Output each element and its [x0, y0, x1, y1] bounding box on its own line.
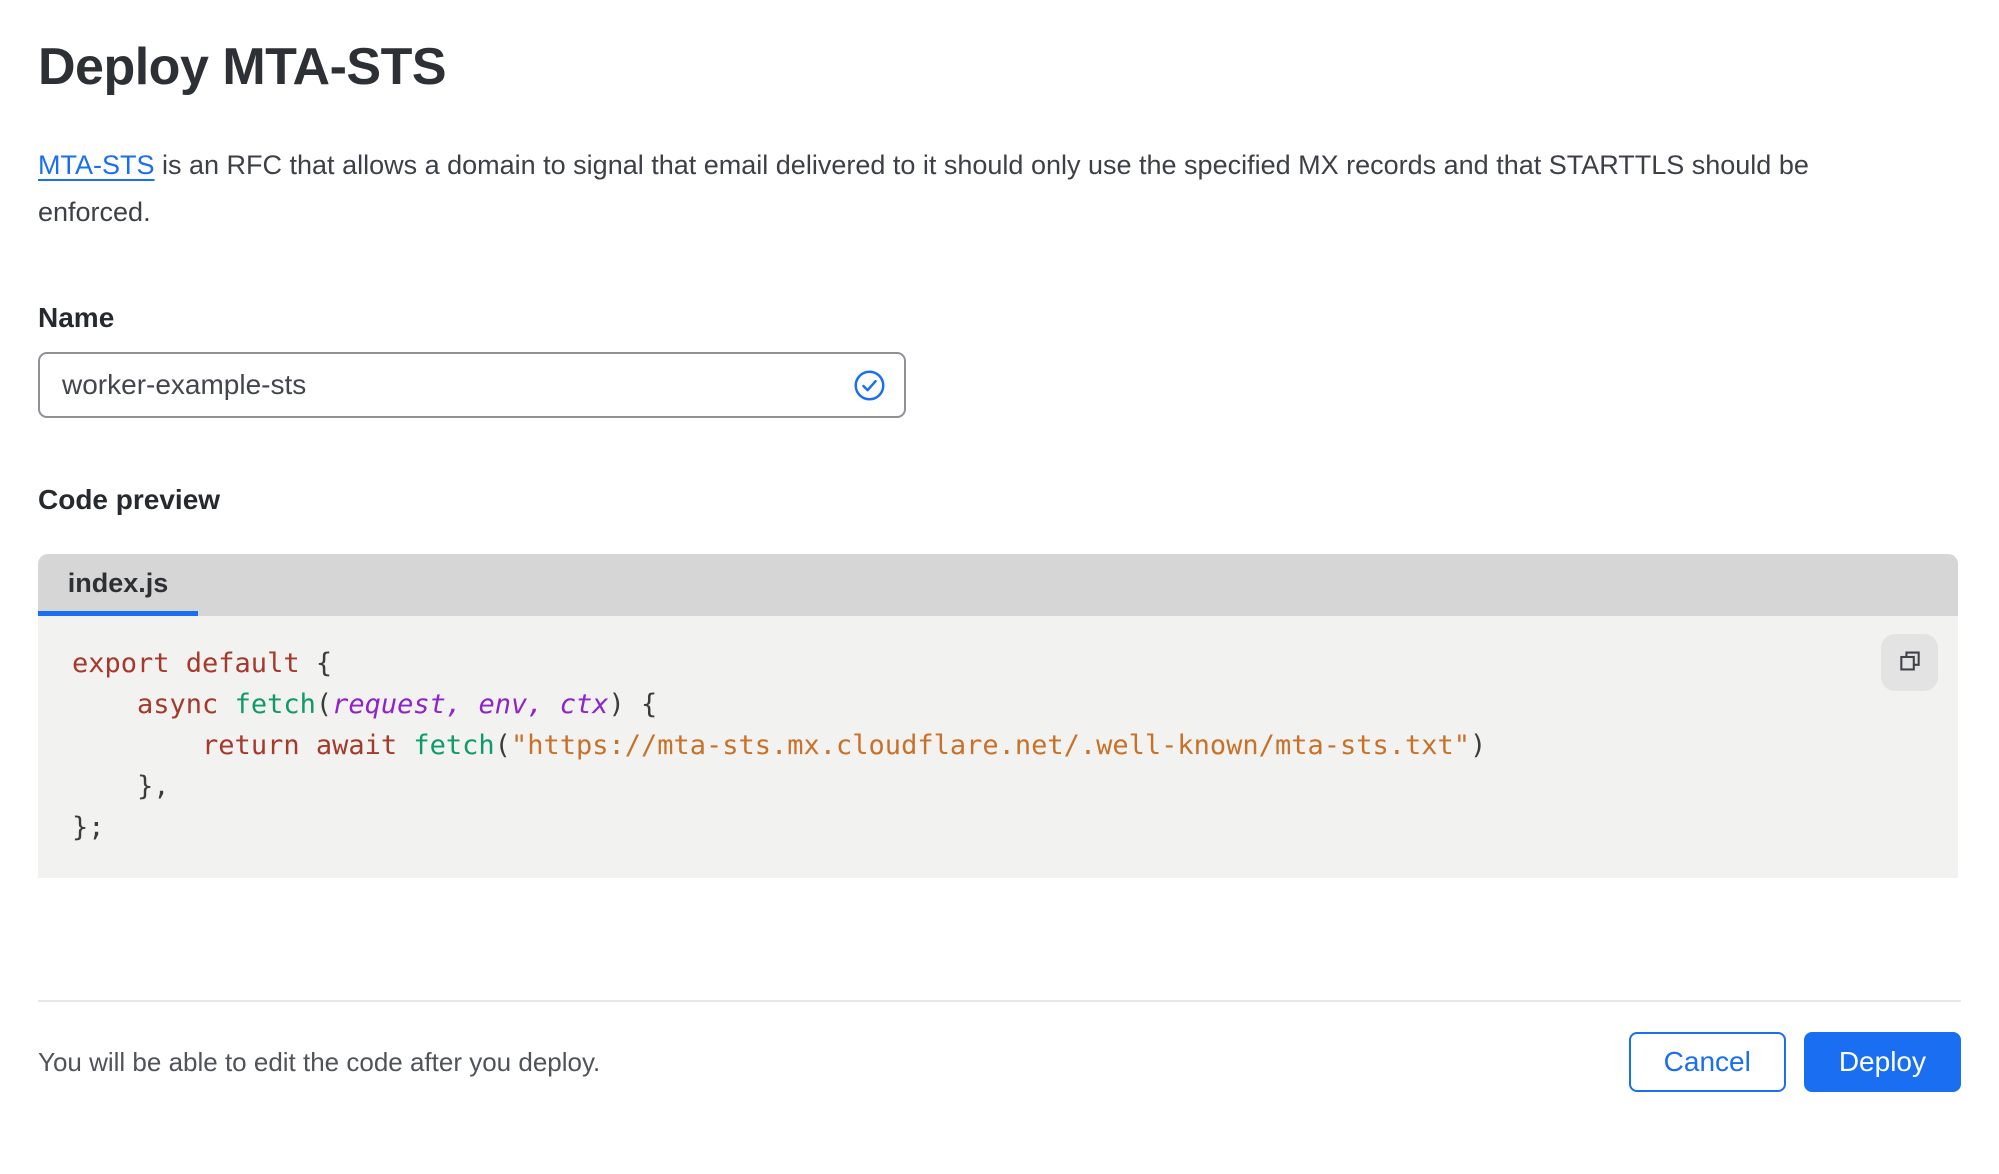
tab-index-js[interactable]: index.js: [38, 554, 198, 616]
name-input[interactable]: [38, 352, 906, 418]
copy-icon: [1897, 648, 1923, 677]
code-preview-label: Code preview: [38, 484, 221, 515]
copy-code-button[interactable]: [1881, 634, 1938, 691]
code-line: return await fetch("https://mta-sts.mx.c…: [202, 730, 1487, 761]
intro-text: is an RFC that allows a domain to signal…: [38, 150, 1809, 227]
code-line: },: [72, 771, 170, 802]
footer: You will be able to edit the code after …: [38, 1032, 1961, 1092]
name-label: Name: [38, 302, 115, 333]
name-input-wrap: [38, 352, 906, 418]
code-preview-card: index.js export default { async fetch(re…: [38, 554, 1958, 878]
code-tabbar: index.js: [38, 554, 1958, 616]
deploy-button[interactable]: Deploy: [1803, 1032, 1961, 1092]
mta-sts-link[interactable]: MTA-STS: [38, 150, 155, 180]
footer-actions: Cancel Deploy: [1628, 1032, 1961, 1092]
code-line: export default {: [72, 648, 333, 679]
intro-paragraph: MTA-STS is an RFC that allows a domain t…: [38, 142, 1913, 236]
code-line: async fetch(request, env, ctx) {: [137, 689, 658, 720]
code-line: };: [72, 812, 105, 843]
cancel-button[interactable]: Cancel: [1628, 1032, 1786, 1092]
footer-divider: [38, 1000, 1961, 1002]
footer-note: You will be able to edit the code after …: [38, 1046, 601, 1077]
code-content: export default { async fetch(request, en…: [38, 616, 1958, 878]
page-title: Deploy MTA-STS: [38, 38, 447, 96]
tab-label: index.js: [67, 568, 169, 598]
